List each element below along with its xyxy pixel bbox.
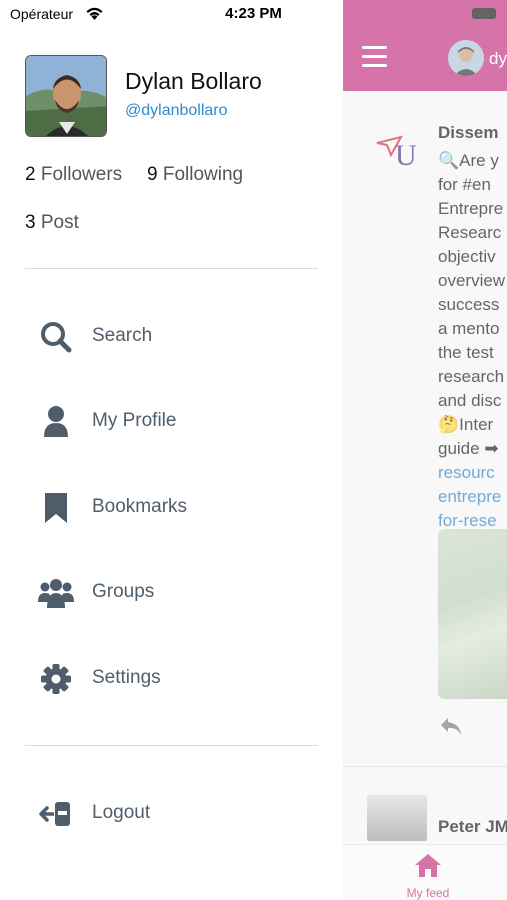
status-time: 4:23 PM <box>225 5 282 22</box>
menu-item-bookmarks[interactable]: Bookmarks <box>0 479 343 535</box>
followers-label: Followers <box>40 164 123 185</box>
user-icon <box>44 406 68 437</box>
followers-count: 2 <box>25 164 36 185</box>
search-icon <box>41 322 72 353</box>
divider <box>25 268 318 269</box>
drawer-overlay[interactable] <box>343 0 507 900</box>
menu-item-my-profile[interactable]: My Profile <box>0 393 343 449</box>
logout-icon <box>39 802 70 826</box>
following-label: Following <box>162 164 244 185</box>
profile-handle[interactable]: @dylanbollaro <box>125 102 228 120</box>
menu-item-settings[interactable]: Settings <box>0 650 343 706</box>
menu-item-logout[interactable]: Logout <box>0 785 343 841</box>
posts-stat[interactable]: 3 Post <box>25 212 79 234</box>
menu-label-search: Search <box>92 325 153 346</box>
profile-name: Dylan Bollaro <box>125 68 262 94</box>
menu-label-groups: Groups <box>92 581 155 602</box>
groups-icon <box>38 579 74 608</box>
menu-label-bookmarks: Bookmarks <box>92 496 188 517</box>
menu-item-search[interactable]: Search <box>0 308 343 364</box>
gear-icon <box>41 664 71 694</box>
menu-label-my-profile: My Profile <box>92 410 177 431</box>
followers-stat[interactable]: 2 Followers <box>25 164 122 186</box>
menu-label-logout: Logout <box>92 802 151 823</box>
bookmark-icon <box>45 493 67 523</box>
menu-item-groups[interactable]: Groups <box>0 564 343 620</box>
side-drawer: Opérateur 4:23 PM Dylan Bollaro @dylanbo… <box>0 0 343 900</box>
posts-label: Post <box>40 212 79 233</box>
profile-avatar[interactable] <box>25 55 107 137</box>
posts-count: 3 <box>25 212 36 233</box>
following-count: 9 <box>147 164 158 185</box>
divider <box>25 745 318 746</box>
menu-label-settings: Settings <box>92 667 161 688</box>
following-stat[interactable]: 9 Following <box>147 164 243 186</box>
